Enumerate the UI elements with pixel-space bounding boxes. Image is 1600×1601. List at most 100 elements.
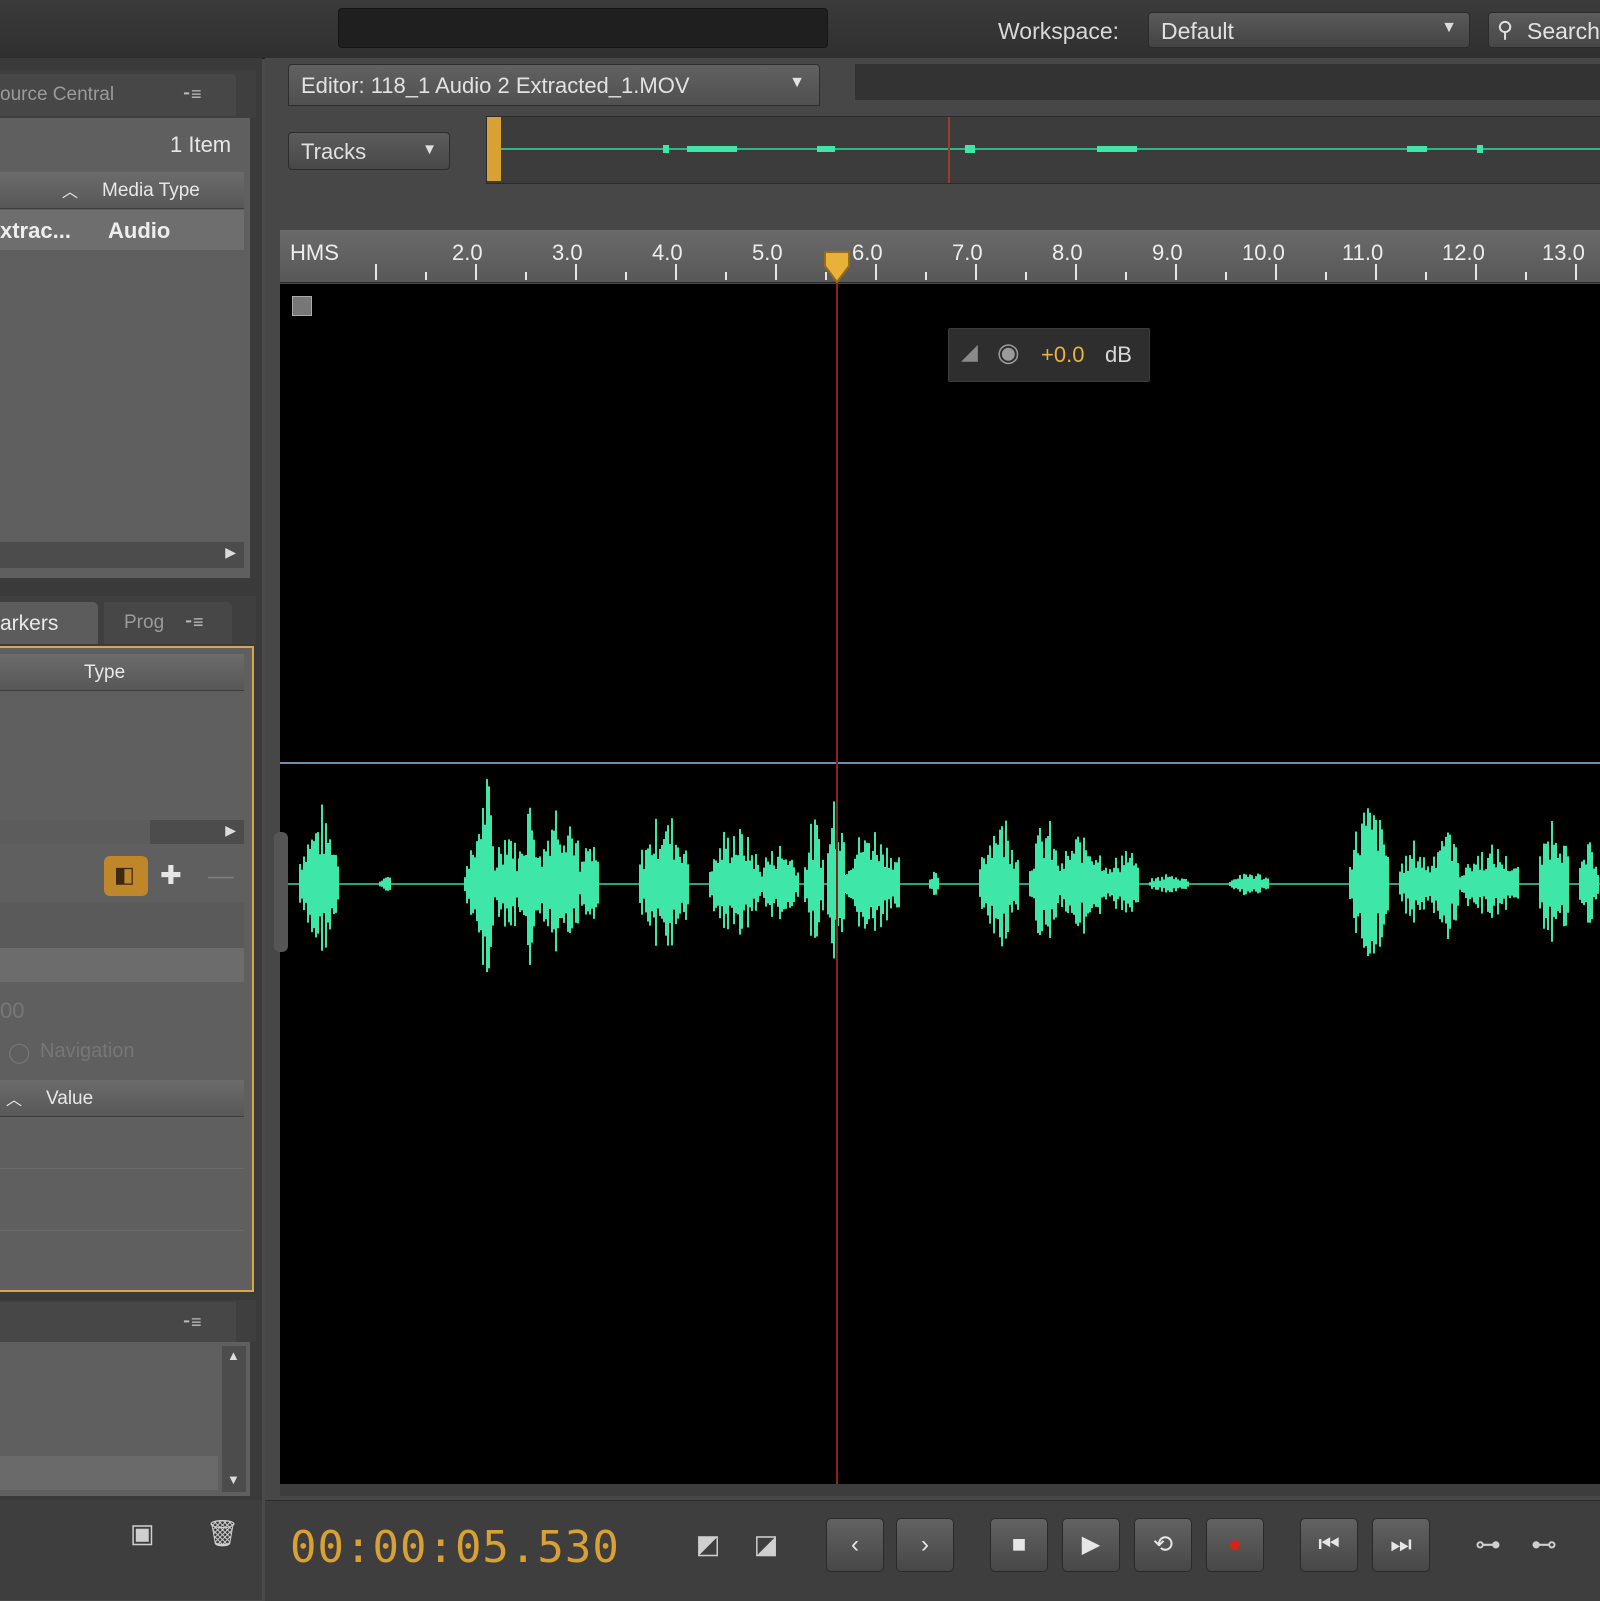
record-icon: ● <box>1227 1531 1243 1558</box>
zoom-in-time-icon[interactable]: ⊶ <box>1464 1520 1512 1568</box>
sort-ascending-icon: ︿ <box>62 184 79 201</box>
zoom-in-amplitude-icon[interactable]: ◩ <box>684 1520 732 1568</box>
scrollbar-thumb[interactable] <box>0 820 150 844</box>
marker-icon: ◧ <box>114 862 135 887</box>
stop-button[interactable]: ■ <box>990 1518 1048 1572</box>
workspace-value: Default <box>1161 18 1234 44</box>
tab-resource-central[interactable]: ource Central ⁃≡ <box>0 74 236 116</box>
record-button[interactable]: ● <box>1206 1518 1264 1572</box>
media-type-header-label: Media Type <box>102 180 200 201</box>
search-help-field[interactable] <box>338 8 828 48</box>
markers-panel: Type ▶ ◧ ✚ — 00 ◯ Navigation ︿ Value <box>0 646 254 1292</box>
trash-icon[interactable]: 🗑 <box>206 1518 239 1549</box>
play-button[interactable]: ▶ <box>1062 1518 1120 1572</box>
list-item <box>0 948 244 982</box>
scroll-right-icon[interactable]: ▶ <box>225 544 236 561</box>
zoom-out-time-icon[interactable]: ⊷ <box>1520 1520 1568 1568</box>
tab-properties[interactable]: Prog ⁃≡ <box>104 602 232 644</box>
loop-button[interactable]: ⟲ <box>1134 1518 1192 1572</box>
volume-knob-icon[interactable]: ◉ <box>997 337 1020 368</box>
sort-ascending-icon: ︿ <box>6 1092 23 1109</box>
resource-central-tab-strip: ource Central ⁃≡ <box>0 70 256 118</box>
value-header-label: Value <box>46 1088 94 1109</box>
resource-central-tab-label: ource Central <box>0 84 115 105</box>
loop-icon: ⟲ <box>1152 1531 1174 1558</box>
tab-markers[interactable]: arkers <box>0 602 98 644</box>
go-to-start-button[interactable]: ⏮ <box>1300 1518 1358 1572</box>
camera-icon[interactable]: ▣ <box>130 1518 155 1549</box>
playhead-handle[interactable] <box>822 250 852 286</box>
vertical-scrollbar[interactable]: ▲ ▼ <box>222 1346 246 1492</box>
chevron-down-icon: ▼ <box>789 74 805 91</box>
time-ruler[interactable]: HMS 2.0 3.0 4.0 5.0 6.0 7.0 8.0 9.0 10.0… <box>280 230 1600 283</box>
scroll-right-icon[interactable]: ▶ <box>225 822 236 839</box>
markers-tab-strip: arkers Prog ⁃≡ <box>0 596 256 644</box>
tracks-dropdown[interactable]: Tracks ▼ <box>288 132 450 170</box>
skip-forward-icon: ⏭ <box>1390 1531 1412 1558</box>
volume-db-unit: dB <box>1105 342 1132 367</box>
search-button[interactable]: ⚲ Search <box>1488 12 1600 48</box>
type-header-label: Type <box>84 662 126 683</box>
workspace-dropdown[interactable]: Default ▼ <box>1148 12 1470 48</box>
channel-edge-handle[interactable] <box>274 832 288 952</box>
waveform-display[interactable] <box>274 284 1600 1484</box>
skip-back-icon: ⏮ <box>1318 1531 1340 1558</box>
markers-tab-label: arkers <box>0 612 59 635</box>
horizontal-scrollbar[interactable]: ▶ <box>0 820 244 844</box>
editor-horizontal-scrollbar[interactable] <box>280 1484 1600 1496</box>
waveform-overview[interactable] <box>486 116 1600 184</box>
previous-marker-button[interactable]: ‹ <box>826 1518 884 1572</box>
merge-markers-icon[interactable]: ✚ <box>160 860 182 891</box>
search-icon: ⚲ <box>1497 17 1514 42</box>
chevron-left-icon: ‹ <box>851 1531 859 1558</box>
scroll-down-icon[interactable]: ▼ <box>227 1472 240 1487</box>
panel-menu-icon[interactable]: ⁃≡ <box>182 1312 202 1333</box>
item-count: 1 Item <box>170 132 232 157</box>
horizontal-scrollbar[interactable]: ▶ <box>0 542 244 568</box>
current-time-display[interactable]: 00:00:05.530 <box>290 1522 620 1573</box>
history-panel: ▲ ▼ <box>0 1342 250 1496</box>
value-column-header[interactable]: ︿ Value <box>0 1080 244 1117</box>
delete-marker-icon[interactable]: — <box>208 860 234 891</box>
chevron-down-icon: ▼ <box>1441 19 1457 36</box>
panel-menu-icon[interactable]: ⁃≡ <box>182 84 202 105</box>
list-item <box>0 1456 218 1490</box>
row-divider <box>0 1168 244 1169</box>
navigation-label: Navigation <box>40 1040 135 1062</box>
search-label: Search <box>1527 18 1600 44</box>
scroll-up-icon[interactable]: ▲ <box>227 1348 240 1363</box>
prog-tab-label: Prog <box>124 612 165 633</box>
history-footer: ▣ 🗑 <box>0 1500 262 1600</box>
media-type-column-header[interactable]: ︿ Media Type <box>0 172 244 209</box>
history-tab-strip: ⁃≡ <box>0 1300 256 1342</box>
item-name: xtrac... <box>0 218 71 243</box>
list-item[interactable]: xtrac... Audio <box>0 210 244 250</box>
waveform <box>280 779 1600 973</box>
item-type: Audio <box>108 218 171 243</box>
zoom-out-amplitude-icon[interactable]: ◪ <box>742 1520 790 1568</box>
editor-file-dropdown[interactable]: Editor: 118_1 Audio 2 Extracted_1.MOV ▼ <box>288 64 820 106</box>
ruler-ticks <box>375 264 1577 280</box>
row-divider <box>0 1230 244 1231</box>
tab-history[interactable]: ⁃≡ <box>0 1302 236 1342</box>
volume-ramp-icon: ◢ <box>961 339 978 364</box>
add-marker-button[interactable]: ◧ <box>104 856 148 896</box>
type-column-header[interactable]: Type <box>0 654 244 691</box>
faded-value: 00 <box>0 998 25 1023</box>
top-bar: Workspace: Default ▼ ⚲ Search <box>0 0 1600 59</box>
go-to-end-button[interactable]: ⏭ <box>1372 1518 1430 1572</box>
panel-menu-icon[interactable]: ⁃≡ <box>184 612 204 633</box>
tracks-label: Tracks <box>301 139 367 164</box>
workspace-label: Workspace: <box>998 18 1120 44</box>
volume-db-value[interactable]: +0.0 <box>1041 342 1084 368</box>
list-item <box>0 902 244 954</box>
playhead-line <box>836 282 838 1492</box>
resource-central-panel: 1 Item ︿ Media Type xtrac... Audio ▶ <box>0 118 250 578</box>
editor-tab-strip <box>855 64 1600 100</box>
navigation-radio-icon[interactable]: ◯ <box>8 1040 30 1065</box>
volume-hud[interactable]: ◢ ◉ +0.0 dB <box>948 328 1150 382</box>
next-marker-button[interactable]: › <box>896 1518 954 1572</box>
chevron-right-icon: › <box>921 1531 929 1558</box>
play-icon: ▶ <box>1081 1531 1101 1558</box>
stop-icon: ■ <box>1011 1531 1027 1558</box>
